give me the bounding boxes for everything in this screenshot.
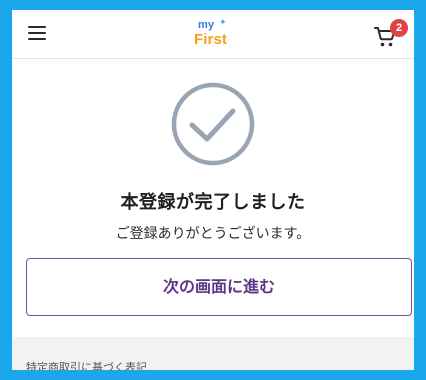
hamburger-menu-button[interactable] [28, 24, 48, 42]
app-header: my ✦ First 2 [12, 10, 414, 59]
menu-bar-middle [28, 32, 46, 34]
logo-first-text: First [194, 31, 228, 48]
commercial-transactions-link[interactable]: 特定商取引に基づく表記 [26, 359, 147, 370]
cart-count-badge: 2 [390, 19, 408, 37]
myfirst-logo[interactable]: my ✦ First [194, 18, 234, 50]
check-circle-icon [171, 82, 255, 166]
menu-bar-top [28, 26, 46, 28]
app-screen: my ✦ First 2 本登録が完了しました ご登録ありがとうございます。 次… [12, 10, 414, 370]
thank-you-message: ご登録ありがとうございます。 [115, 226, 311, 242]
sparkle-icon: ✦ [219, 18, 227, 28]
next-screen-button[interactable]: 次の画面に進む [26, 258, 412, 316]
completion-title: 本登録が完了しました [120, 192, 306, 213]
cart-button[interactable]: 2 [373, 19, 408, 50]
logo-my-text: my [198, 19, 215, 31]
footer: 特定商取引に基づく表記 [12, 337, 414, 370]
menu-bar-bottom [28, 38, 46, 40]
